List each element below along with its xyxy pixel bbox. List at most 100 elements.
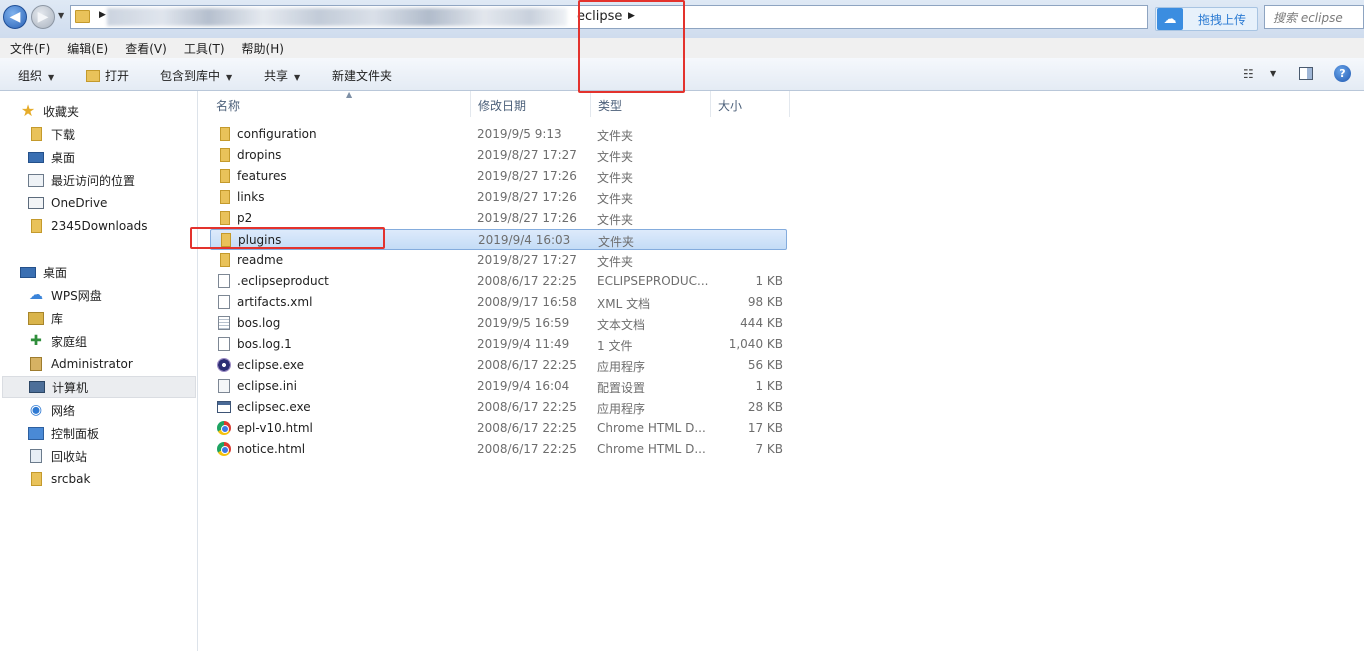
column-header-type[interactable]: 类型 <box>590 91 710 117</box>
file-size: 7 KB <box>755 442 783 456</box>
file-row[interactable]: eclipse.ini 2019/9/4 16:04 配置设置 1 KB <box>210 376 787 397</box>
chevron-down-icon[interactable]: ▼ <box>1270 69 1276 78</box>
sidebar-item-network[interactable]: ◉ 网络 <box>0 399 196 421</box>
file-row[interactable]: p2 2019/8/27 17:26 文件夹 <box>210 208 787 229</box>
file-row[interactable]: artifacts.xml 2008/9/17 16:58 XML 文档 98 KB <box>210 292 787 313</box>
view-options-icon[interactable]: ☷ <box>1243 67 1254 81</box>
folder-icon <box>75 10 90 23</box>
file-name: notice.html <box>237 442 306 456</box>
file-modified-date: 2019/8/27 17:26 <box>477 190 577 204</box>
file-row[interactable]: .eclipseproduct 2008/6/17 22:25 ECLIPSEPRO… <box>210 271 787 292</box>
file-type: 文件夹 <box>597 255 634 269</box>
file-row[interactable]: features 2019/8/27 17:26 文件夹 <box>210 166 787 187</box>
sidebar-item-2345downloads[interactable]: 2345Downloads <box>0 215 196 237</box>
control-panel-icon <box>28 426 44 440</box>
column-header-name[interactable]: 名称 ▲ <box>209 90 471 117</box>
folder-icon <box>31 127 42 141</box>
sidebar-item-label: WPS网盘 <box>51 288 102 303</box>
sidebar-item-favorites[interactable]: ★ 收藏夹 <box>0 100 196 122</box>
sidebar-item-wps-cloud[interactable]: ☁ WPS网盘 <box>0 284 196 306</box>
file-name: dropins <box>237 148 282 162</box>
sidebar-item-control-panel[interactable]: 控制面板 <box>0 422 196 444</box>
file-type: XML 文档 <box>597 297 651 311</box>
file-modified-date: 2008/9/17 16:58 <box>477 295 577 309</box>
file-size: 1 KB <box>755 274 783 288</box>
file-row[interactable]: bos.log.1 2019/9/4 11:49 1 文件 1,040 KB <box>210 334 787 355</box>
upload-label: 拖拽上传 <box>1198 12 1247 27</box>
sidebar-item-desktop[interactable]: 桌面 <box>0 146 196 168</box>
file-type: 文件夹 <box>597 192 634 206</box>
file-name: bos.log <box>237 316 281 330</box>
file-size: 1,040 KB <box>728 337 783 351</box>
sidebar-item-recent-places[interactable]: 最近访问的位置 <box>0 169 196 191</box>
blurred-breadcrumb <box>107 8 567 26</box>
folder-icon <box>220 169 230 183</box>
sidebar-item-administrator[interactable]: Administrator <box>0 353 196 375</box>
file-size: 444 KB <box>740 316 783 330</box>
share-button[interactable]: 共享 ▼ <box>264 67 300 84</box>
file-row[interactable]: eclipsec.exe 2008/6/17 22:25 应用程序 28 KB <box>210 397 787 418</box>
preview-pane-icon[interactable] <box>1299 67 1313 80</box>
sidebar-item-label: 库 <box>51 311 64 326</box>
file-name: eclipse.ini <box>237 379 297 393</box>
breadcrumb-chevron-icon[interactable]: ▶ <box>99 10 106 20</box>
file-list: 名称 ▲ 修改日期 类型 大小 configuration 2019/9/5 9:1… <box>199 90 1364 651</box>
file-modified-date: 2008/6/17 22:25 <box>477 358 577 372</box>
file-size: 98 KB <box>747 295 783 309</box>
file-row[interactable]: notice.html 2008/6/17 22:25 Chrome HTML D.… <box>210 439 787 460</box>
chevron-down-icon: ▼ <box>226 73 233 82</box>
sidebar-item-libraries[interactable]: 库 <box>0 307 196 329</box>
file-row[interactable]: dropins 2019/8/27 17:27 文件夹 <box>210 145 787 166</box>
file-row[interactable]: configuration 2019/9/5 9:13 文件夹 <box>210 124 787 145</box>
menu-help[interactable]: 帮助(H) <box>242 40 284 57</box>
history-chevron-down-icon[interactable]: ▼ <box>58 11 64 20</box>
sidebar-item-onedrive[interactable]: OneDrive <box>0 192 196 214</box>
file-row[interactable]: bos.log 2019/9/5 16:59 文本文档 444 KB <box>210 313 787 334</box>
new-folder-button[interactable]: 新建文件夹 <box>332 67 392 84</box>
sidebar-item-recycle-bin[interactable]: 回收站 <box>0 445 196 467</box>
menu-tools[interactable]: 工具(T) <box>184 40 225 57</box>
computer-icon <box>29 381 45 393</box>
file-name: features <box>237 169 287 183</box>
file-modified-date: 2019/8/27 17:26 <box>477 211 577 225</box>
menu-view[interactable]: 查看(V) <box>125 40 167 57</box>
sidebar-item-label: OneDrive <box>51 196 108 210</box>
column-header-size[interactable]: 大小 <box>710 91 790 117</box>
menu-file[interactable]: 文件(F) <box>10 40 50 57</box>
file-row[interactable]: readme 2019/8/27 17:27 文件夹 <box>210 250 787 271</box>
folder-icon <box>31 219 42 233</box>
user-folder-icon <box>30 357 42 371</box>
sidebar-item-homegroup[interactable]: ✚ 家庭组 <box>0 330 196 352</box>
sidebar-item-label: 桌面 <box>51 150 76 165</box>
menu-edit[interactable]: 编辑(E) <box>67 40 108 57</box>
sidebar-item-srcbak[interactable]: srcbak <box>0 468 196 490</box>
settings-file-icon <box>218 379 230 393</box>
file-modified-date: 2019/9/4 16:03 <box>478 233 571 247</box>
file-size: 28 KB <box>747 400 783 414</box>
sidebar-item-label: 控制面板 <box>51 426 100 441</box>
open-button[interactable]: 打开 <box>86 67 129 84</box>
onedrive-icon <box>28 197 44 209</box>
sidebar-item-computer[interactable]: 计算机 <box>2 376 196 398</box>
file-row[interactable]: links 2019/8/27 17:26 文件夹 <box>210 187 787 208</box>
sidebar-item-desktop-root[interactable]: 桌面 <box>0 261 196 283</box>
desktop-icon <box>28 151 44 163</box>
file-row[interactable]: eclipse.exe 2008/6/17 22:25 应用程序 56 KB <box>210 355 787 376</box>
sidebar-item-label: srcbak <box>51 472 91 486</box>
file-name: readme <box>237 253 284 267</box>
drag-upload-button[interactable]: ☁ 拖拽上传 <box>1155 7 1258 31</box>
share-label: 共享 <box>264 69 289 83</box>
star-icon: ★ <box>20 101 36 120</box>
help-icon[interactable]: ? <box>1334 65 1351 82</box>
search-input[interactable]: 搜索 eclipse <box>1264 5 1364 29</box>
organize-button[interactable]: 组织 ▼ <box>18 67 54 84</box>
desktop-icon <box>20 266 36 278</box>
forward-arrow-icon[interactable]: ▶ <box>31 5 55 29</box>
sidebar-item-downloads[interactable]: 下载 <box>0 123 196 145</box>
include-in-library-button[interactable]: 包含到库中 ▼ <box>160 67 232 84</box>
back-arrow-icon[interactable]: ◀ <box>3 5 27 29</box>
file-row[interactable]: epl-v10.html 2008/6/17 22:25 Chrome HTML D… <box>210 418 787 439</box>
recent-places-icon <box>28 173 44 187</box>
sidebar-item-label: 计算机 <box>52 380 89 395</box>
column-header-modified[interactable]: 修改日期 <box>470 91 590 117</box>
